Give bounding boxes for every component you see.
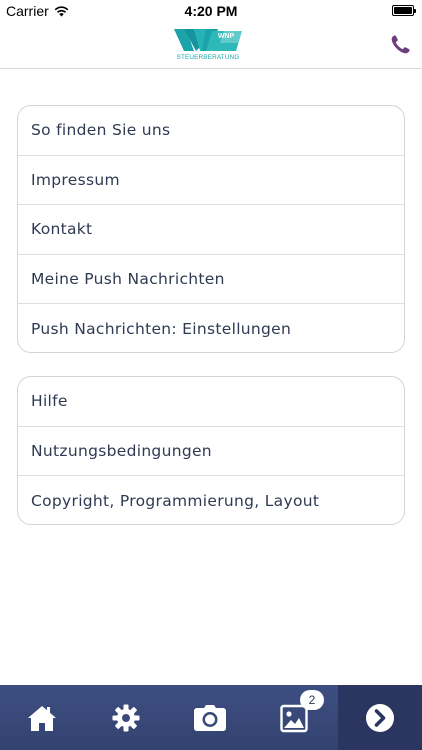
chevron-right-icon xyxy=(366,703,394,732)
logo-text: WNP xyxy=(218,33,235,40)
gear-icon xyxy=(112,704,140,731)
tab-home[interactable] xyxy=(0,685,84,750)
tab-camera[interactable] xyxy=(168,685,252,750)
menu-item-label: Impressum xyxy=(31,170,120,189)
logo-caption: STEUERBERATUNG xyxy=(176,54,240,61)
menu-item-so-finden-sie-uns[interactable]: So finden Sie uns xyxy=(18,106,404,156)
tab-gallery[interactable] xyxy=(252,685,336,750)
menu-group-info: So finden Sie uns Impressum Kontakt Mein… xyxy=(17,105,405,353)
menu-item-label: Nutzungsbedingungen xyxy=(31,441,212,460)
brand-logo: WNP STEUERBERATUNG xyxy=(172,27,244,65)
menu-item-meine-push-nachrichten[interactable]: Meine Push Nachrichten xyxy=(18,255,404,305)
nav-bar: WNP STEUERBERATUNG xyxy=(0,22,422,69)
camera-icon xyxy=(194,704,226,731)
menu-item-kontakt[interactable]: Kontakt xyxy=(18,205,404,255)
battery-icon xyxy=(392,5,416,16)
menu-item-label: Meine Push Nachrichten xyxy=(31,270,225,289)
phone-icon xyxy=(391,35,410,54)
menu-item-hilfe[interactable]: Hilfe xyxy=(18,377,404,427)
menu-item-label: Kontakt xyxy=(31,220,93,239)
menu-item-push-einstellungen[interactable]: Push Nachrichten: Einstellungen xyxy=(18,304,404,352)
status-bar: Carrier 4:20 PM xyxy=(0,0,422,22)
menu-item-copyright[interactable]: Copyright, Programmierung, Layout xyxy=(18,476,404,524)
menu-item-nutzungsbedingungen[interactable]: Nutzungsbedingungen xyxy=(18,427,404,477)
menu-group-legal: Hilfe Nutzungsbedingungen Copyright, Pro… xyxy=(17,376,405,525)
tab-settings[interactable] xyxy=(84,685,168,750)
menu-item-label: Copyright, Programmierung, Layout xyxy=(31,491,320,510)
menu-item-impressum[interactable]: Impressum xyxy=(18,156,404,206)
tab-more[interactable] xyxy=(338,685,422,750)
menu-item-label: So finden Sie uns xyxy=(31,121,171,140)
logo-mark-icon: WNP xyxy=(174,29,242,51)
tab-bar xyxy=(0,685,422,750)
call-button[interactable] xyxy=(386,31,414,59)
status-time: 4:20 PM xyxy=(184,3,238,19)
menu-item-label: Hilfe xyxy=(31,392,68,411)
menu-item-label: Push Nachrichten: Einstellungen xyxy=(31,320,292,339)
gallery-badge: 2 xyxy=(300,690,324,710)
home-icon xyxy=(28,705,56,731)
